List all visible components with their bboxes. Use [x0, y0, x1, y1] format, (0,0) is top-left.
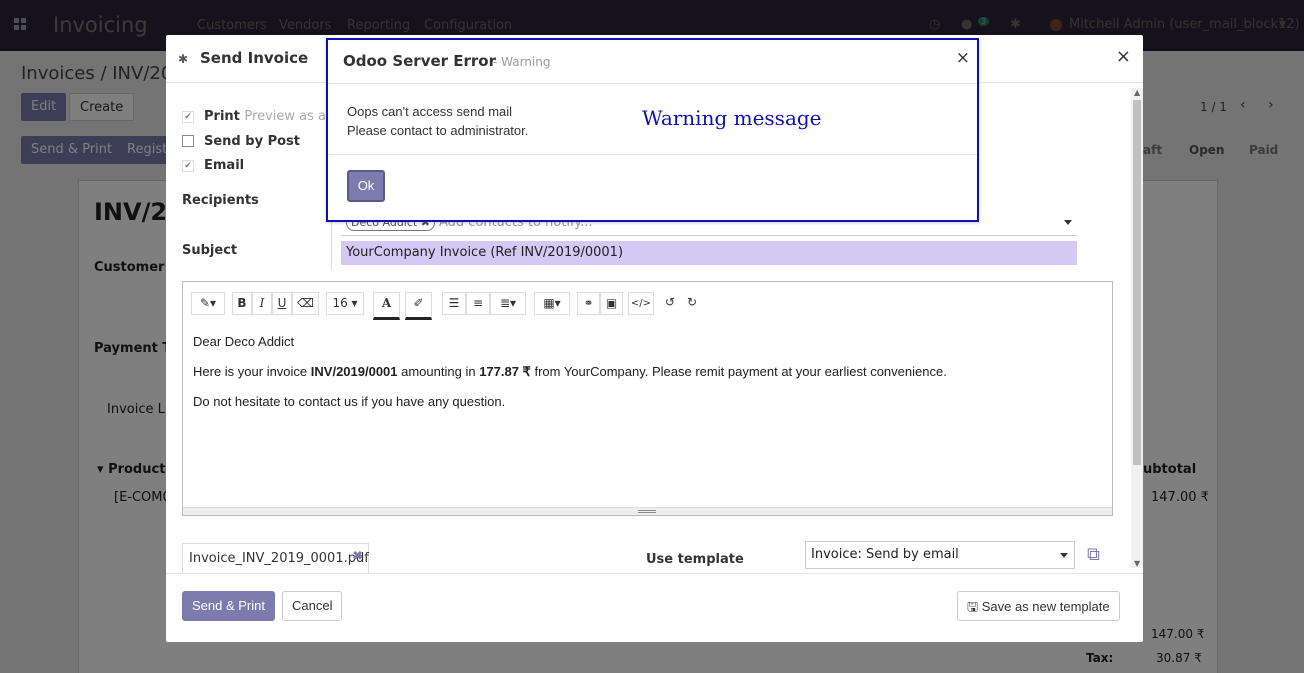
scroll-up-icon[interactable]: ▲ — [1134, 88, 1140, 97]
table-icon[interactable]: ▦▾ — [534, 292, 570, 315]
save-as-template-label: Save as new template — [981, 599, 1110, 614]
email-line-post: from YourCompany. Please remit payment a… — [530, 364, 947, 379]
error-dialog-header: Odoo Server Error - Warning × — [328, 40, 977, 84]
brush-icon[interactable]: ✐ — [405, 292, 432, 320]
email-body-content[interactable]: Dear Deco Addict Here is your invoice IN… — [193, 334, 1093, 424]
bold-button[interactable]: B — [232, 292, 252, 315]
attachment-filename: Invoice_INV_2019_0001.pdf — [189, 551, 369, 566]
error-title: Odoo Server Error — [343, 52, 497, 70]
editor-resize-handle[interactable] — [183, 507, 1112, 515]
chevron-down-icon[interactable] — [1064, 220, 1072, 225]
remove-attachment-icon[interactable]: ✖ — [352, 549, 363, 564]
close-icon[interactable]: × — [956, 48, 970, 68]
save-as-template-button[interactable]: 🖫 Save as new template — [957, 591, 1120, 621]
error-message: Oops can't access send mail Please conta… — [347, 102, 528, 140]
numbered-list-icon[interactable]: ≡ — [466, 292, 490, 315]
print-label-text: Print — [204, 109, 240, 124]
magic-wand-icon[interactable]: ✎▾ — [191, 292, 225, 315]
font-size-dropdown[interactable]: 16 ▾ — [326, 292, 364, 315]
email-main-line: Here is your invoice INV/2019/0001 amoun… — [193, 364, 1093, 380]
underline-button[interactable]: U — [272, 292, 292, 315]
email-amount: 177.87 ₹ — [479, 364, 531, 379]
email-label: Email — [204, 158, 245, 173]
recipients-label: Recipients — [182, 193, 259, 208]
undo-icon[interactable]: ↺ — [661, 292, 679, 315]
ok-button[interactable]: Ok — [347, 170, 385, 202]
email-closing: Do not hesitate to contact us if you hav… — [193, 394, 506, 409]
close-icon[interactable]: × — [1116, 46, 1131, 67]
font-size-value: 16 — [332, 296, 348, 310]
link-icon[interactable]: ⚭ — [577, 292, 600, 315]
external-link-icon[interactable]: ⧉ — [1087, 544, 1100, 565]
email-checkbox[interactable]: ✔ — [182, 160, 194, 172]
cancel-button[interactable]: Cancel — [282, 591, 343, 621]
italic-button[interactable]: I — [252, 292, 272, 315]
subject-input[interactable]: YourCompany Invoice (Ref INV/2019/0001) — [341, 241, 1077, 265]
paragraph-align-icon[interactable]: ≣▾ — [490, 292, 526, 315]
eraser-icon[interactable]: ⌫ — [292, 292, 319, 315]
email-body-editor[interactable]: ✎▾ B I U ⌫ 16 ▾ A ✐ ☰ ≡ ≣▾ ▦▾ ⚭ ▣ </> ↺ … — [182, 281, 1113, 516]
dialog-title: Send Invoice — [200, 49, 309, 67]
template-selected-value: Invoice: Send by email — [811, 547, 959, 562]
attachment-chip[interactable]: Invoice_INV_2019_0001.pdf ✖ — [182, 543, 369, 573]
server-error-dialog: Odoo Server Error - Warning × Oops can't… — [326, 38, 979, 222]
debug-bug-icon[interactable]: ✱ — [178, 52, 188, 66]
floppy-disk-icon: 🖫 — [967, 599, 979, 614]
dialog-footer: Send & Print Cancel 🖫 Save as new templa… — [166, 573, 1143, 642]
error-line-2: Please contact to administrator. — [347, 123, 529, 138]
editor-toolbar: ✎▾ B I U ⌫ 16 ▾ A ✐ ☰ ≡ ≣▾ ▦▾ ⚭ ▣ </> ↺ … — [183, 282, 1112, 324]
scroll-down-icon[interactable]: ▼ — [1134, 559, 1140, 568]
email-line-mid: amounting in — [397, 364, 480, 379]
send-by-post-label: Send by Post — [204, 134, 300, 149]
subject-label: Subject — [182, 243, 238, 258]
email-greeting: Dear Deco Addict — [193, 334, 295, 349]
error-subtitle: - Warning — [493, 55, 551, 69]
print-checkbox[interactable]: ✔ — [182, 111, 194, 123]
scrollbar-thumb[interactable] — [1133, 100, 1141, 465]
warning-annotation: Warning message — [642, 106, 822, 130]
email-invoice-ref: INV/2019/0001 — [310, 364, 398, 379]
dialog-scrollbar[interactable]: ▲ ▼ — [1131, 88, 1143, 568]
error-footer-divider — [328, 154, 977, 155]
error-line-1: Oops can't access send mail — [347, 104, 513, 119]
bullet-list-icon[interactable]: ☰ — [442, 292, 466, 315]
send-print-button[interactable]: Send & Print — [182, 591, 275, 621]
redo-icon[interactable]: ↻ — [683, 292, 701, 315]
email-line-pre: Here is your invoice — [193, 364, 311, 379]
use-template-label: Use template — [646, 552, 744, 567]
template-select[interactable]: Invoice: Send by email — [805, 541, 1075, 569]
image-icon[interactable]: ▣ — [600, 292, 623, 315]
send-by-post-checkbox[interactable] — [182, 135, 194, 147]
text-color-button[interactable]: A — [373, 292, 400, 320]
code-view-icon[interactable]: </> — [628, 292, 654, 315]
chevron-down-icon — [1060, 553, 1068, 558]
